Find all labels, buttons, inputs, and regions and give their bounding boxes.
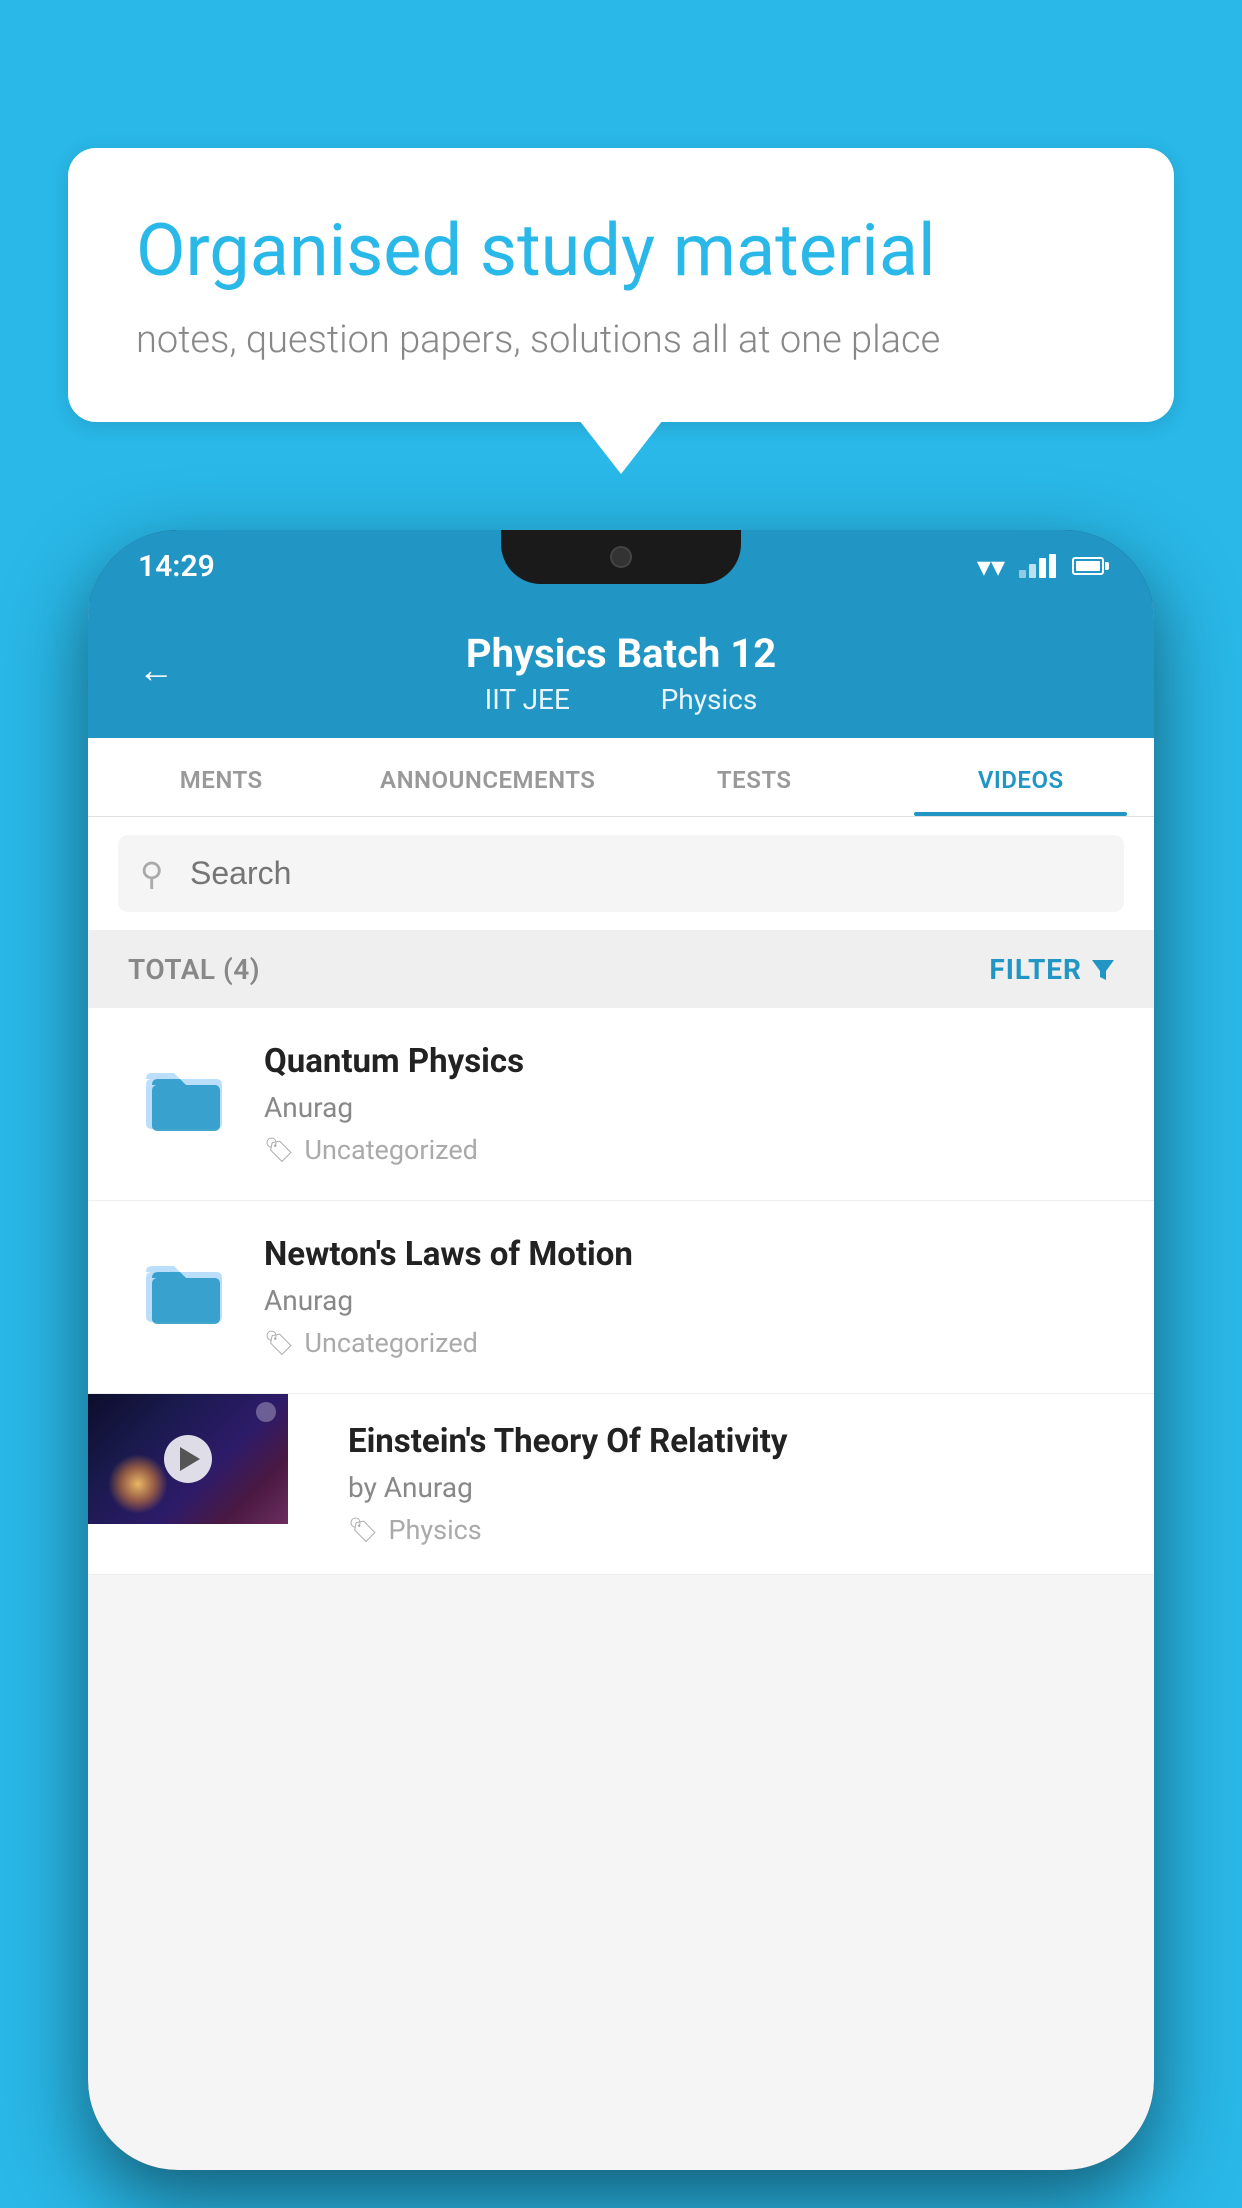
- camera-dot: [610, 546, 632, 568]
- app-subtitle: IIT JEE Physics: [138, 683, 1104, 716]
- video-author: by Anurag: [348, 1471, 1124, 1504]
- video-author: Anurag: [264, 1284, 1114, 1317]
- status-icons: ▾▾: [977, 550, 1104, 583]
- search-icon: ⚲: [140, 855, 163, 893]
- back-button[interactable]: ←: [138, 649, 174, 691]
- phone-frame: 14:29 ▾▾ ← Physics Batch 12 IIT JEE Phys…: [88, 530, 1154, 2170]
- video-info: Einstein's Theory Of Relativity by Anura…: [318, 1394, 1154, 1574]
- signal-icon: [1019, 554, 1056, 578]
- tag-icon: 🏷: [264, 1136, 294, 1164]
- tag-label: Physics: [388, 1514, 481, 1546]
- filter-icon: [1092, 960, 1114, 980]
- status-time: 14:29: [138, 549, 215, 584]
- video-title: Newton's Laws of Motion: [264, 1235, 1114, 1274]
- battery-icon: [1072, 557, 1104, 575]
- video-thumbnail: [88, 1394, 288, 1524]
- filter-button[interactable]: FILTER: [989, 953, 1114, 986]
- filter-bar: TOTAL (4) FILTER: [88, 931, 1154, 1008]
- speech-bubble-section: Organised study material notes, question…: [68, 148, 1174, 422]
- list-item[interactable]: Einstein's Theory Of Relativity by Anura…: [88, 1394, 1154, 1575]
- subtitle-divider: [605, 683, 626, 716]
- folder-icon: [144, 1257, 234, 1337]
- video-tag: 🏷 Uncategorized: [264, 1134, 1114, 1166]
- top-bar: ← Physics Batch 12 IIT JEE Physics: [88, 602, 1154, 738]
- tab-videos[interactable]: VIDEOS: [888, 738, 1155, 816]
- subtitle-iitjee: IIT JEE: [485, 683, 570, 716]
- filter-label: FILTER: [989, 953, 1082, 986]
- tag-icon: 🏷: [264, 1329, 294, 1357]
- list-item[interactable]: Quantum Physics Anurag 🏷 Uncategorized: [88, 1008, 1154, 1201]
- search-wrapper: ⚲: [118, 835, 1124, 912]
- video-info: Quantum Physics Anurag 🏷 Uncategorized: [264, 1042, 1114, 1166]
- phone-notch: [501, 530, 741, 584]
- video-tag: 🏷 Uncategorized: [264, 1327, 1114, 1359]
- tab-announcements[interactable]: ANNOUNCEMENTS: [355, 738, 622, 816]
- tag-icon: 🏷: [348, 1516, 378, 1544]
- video-list: Quantum Physics Anurag 🏷 Uncategorized: [88, 1008, 1154, 1575]
- speech-bubble-title: Organised study material: [136, 208, 1106, 294]
- play-button[interactable]: [164, 1435, 212, 1483]
- play-icon: [180, 1447, 200, 1471]
- tag-label: Uncategorized: [304, 1134, 477, 1166]
- video-author: Anurag: [264, 1091, 1114, 1124]
- speech-bubble-subtitle: notes, question papers, solutions all at…: [136, 318, 1106, 362]
- list-item[interactable]: Newton's Laws of Motion Anurag 🏷 Uncateg…: [88, 1201, 1154, 1394]
- folder-icon: [144, 1064, 234, 1144]
- wifi-icon: ▾▾: [977, 550, 1005, 583]
- search-input[interactable]: [118, 835, 1124, 912]
- video-title: Quantum Physics: [264, 1042, 1114, 1081]
- tab-tests[interactable]: TESTS: [621, 738, 888, 816]
- speech-bubble-card: Organised study material notes, question…: [68, 148, 1174, 422]
- tab-ments[interactable]: MENTS: [88, 738, 355, 816]
- video-info: Newton's Laws of Motion Anurag 🏷 Uncateg…: [264, 1235, 1114, 1359]
- total-count: TOTAL (4): [128, 953, 260, 986]
- video-tag: 🏷 Physics: [348, 1514, 1124, 1546]
- video-title: Einstein's Theory Of Relativity: [348, 1422, 1124, 1461]
- search-bar: ⚲: [88, 817, 1154, 931]
- subtitle-physics: Physics: [661, 683, 758, 716]
- tag-label: Uncategorized: [304, 1327, 477, 1359]
- app-title: Physics Batch 12: [138, 630, 1104, 677]
- app-content: ← Physics Batch 12 IIT JEE Physics MENTS…: [88, 602, 1154, 2170]
- tabs-bar: MENTS ANNOUNCEMENTS TESTS VIDEOS: [88, 738, 1154, 817]
